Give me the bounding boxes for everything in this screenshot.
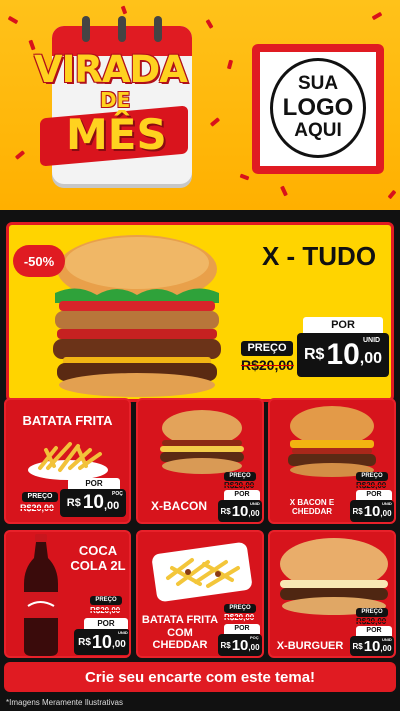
- hero-offer-card[interactable]: -50% X - TUDO PREÇO R$20,00 POR R$ 10 ,0…: [6, 222, 394, 402]
- por-label: POR: [84, 618, 128, 629]
- logo-placeholder[interactable]: SUA LOGO AQUI: [252, 44, 384, 174]
- confetti: [371, 11, 383, 21]
- burger-image: [160, 410, 244, 474]
- product-card-batata-frita[interactable]: BATATA FRITA PREÇO R$20,00 POR R$ 10 ,00…: [4, 398, 131, 524]
- product-name: X-BACON: [151, 499, 207, 513]
- old-price: R$20,00: [356, 617, 387, 626]
- headline-virada: VIRADA: [34, 48, 188, 91]
- burger-image: [280, 538, 388, 615]
- footnote: *Imagens Meramente Ilustrativas: [6, 698, 123, 707]
- confetti: [14, 150, 26, 160]
- headline-de: DE: [100, 88, 131, 112]
- product-name: X-BURGUER: [276, 640, 344, 652]
- confetti: [205, 19, 214, 29]
- discount-badge: -50%: [13, 245, 65, 277]
- hero-product-name: X - TUDO: [261, 241, 377, 271]
- old-price: R$20,00: [90, 606, 121, 615]
- por-label: POR: [224, 624, 260, 634]
- preco-label: PREÇO: [356, 472, 388, 481]
- product-card-coca-cola[interactable]: COCA COLA 2L PREÇO R$20,00 POR R$ 10 ,00…: [4, 530, 131, 658]
- fries-image: [28, 442, 108, 480]
- old-price: R$20,00: [224, 613, 255, 622]
- logo-text-logo: LOGO: [282, 93, 354, 121]
- confetti: [387, 189, 397, 200]
- cta-banner[interactable]: Crie seu encarte com este tema!: [4, 662, 396, 692]
- burger-image: [288, 406, 376, 477]
- por-label: POR: [224, 490, 260, 500]
- por-label: POR: [356, 490, 392, 500]
- unid-label: POÇ: [112, 491, 123, 497]
- product-card-x-bacon-cheddar[interactable]: X BACON E CHEDDAR PREÇO R$20,00 POR R$ 1…: [268, 398, 396, 524]
- preco-label: PREÇO: [356, 608, 388, 617]
- confetti: [120, 5, 128, 15]
- product-card-x-bacon[interactable]: X-BACON PREÇO R$20,00 POR R$ 10 ,00 UNID: [136, 398, 264, 524]
- preco-label: PREÇO: [22, 492, 58, 502]
- product-name: BATATA FRITA COM CHEDDAR: [141, 614, 219, 652]
- product-card-x-burguer[interactable]: X-BURGUER PREÇO R$20,00 POR R$ 10 ,00 UN…: [268, 530, 396, 658]
- logo-circle: SUA LOGO AQUI: [270, 58, 366, 158]
- product-name: BATATA FRITA: [22, 413, 113, 428]
- product-name: X BACON E CHEDDAR: [289, 498, 335, 517]
- por-label: POR: [68, 478, 120, 489]
- product-name: COCA COLA 2L: [70, 543, 126, 573]
- confetti: [239, 173, 250, 181]
- product-card-batata-cheddar[interactable]: BATATA FRITA COM CHEDDAR PREÇO R$20,00 P…: [136, 530, 264, 658]
- confetti: [226, 59, 234, 70]
- preco-label: PREÇO: [224, 604, 256, 613]
- por-label: POR: [356, 626, 392, 636]
- header-banner: VIRADA DE MÊS SUA LOGO AQUI: [0, 0, 400, 210]
- old-price: R$20,00: [224, 481, 255, 490]
- unid-label: POÇ: [250, 635, 259, 640]
- unid-label: UNID: [363, 337, 381, 344]
- confetti: [280, 185, 288, 197]
- old-price: R$20,00: [356, 481, 387, 490]
- unid-label: UNID: [382, 501, 392, 506]
- old-price: R$20,00: [20, 503, 55, 513]
- soda-bottle-image: [24, 534, 58, 656]
- confetti: [209, 117, 221, 127]
- logo-text-aqui: AQUI: [294, 120, 342, 142]
- por-label: POR: [303, 317, 383, 333]
- preco-label: PREÇO: [224, 472, 256, 481]
- product-area: -50% X - TUDO PREÇO R$20,00 POR R$ 10 ,0…: [0, 210, 400, 711]
- burger-image: [53, 235, 221, 397]
- headline-mes: MÊS: [66, 110, 167, 159]
- unid-label: UNID: [118, 630, 128, 635]
- preco-label: PREÇO: [90, 596, 122, 605]
- fries-cheddar-image: [152, 542, 252, 602]
- preco-label: PREÇO: [241, 341, 293, 356]
- unid-label: UNID: [250, 501, 260, 506]
- logo-text-sua: SUA: [297, 72, 339, 94]
- unid-label: UNID: [382, 637, 392, 642]
- old-price: R$20,00: [241, 357, 294, 373]
- confetti: [7, 15, 19, 25]
